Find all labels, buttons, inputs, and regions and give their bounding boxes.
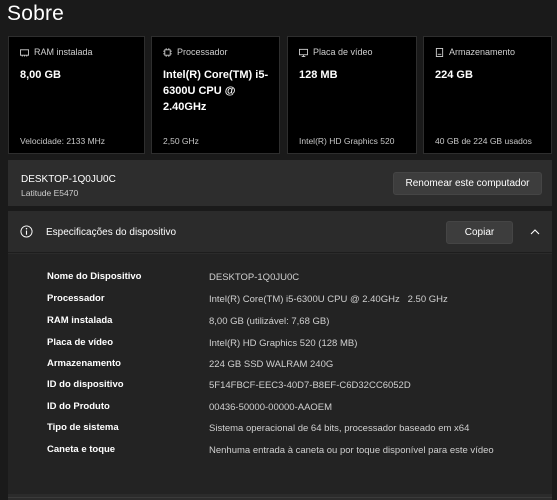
storage-card-value: 224 GB xyxy=(435,69,473,81)
device-model: Latitude E5470 xyxy=(21,188,79,198)
processor-card-label: Processador xyxy=(177,47,228,57)
spec-label: ID do dispositivo xyxy=(47,379,124,390)
spec-value: DESKTOP-1Q0JU0C xyxy=(209,272,300,283)
summary-cards: RAM instalada 8,00 GB Velocidade: 2133 M… xyxy=(8,36,552,154)
storage-card: Armazenamento 224 GB 40 GB de 224 GB usa… xyxy=(423,36,552,154)
copy-button[interactable]: Copiar xyxy=(446,221,513,244)
gpu-card: Placa de vídeo 128 MB Intel(R) HD Graphi… xyxy=(287,36,417,154)
ram-icon xyxy=(20,48,29,57)
spec-label: ID do Produto xyxy=(47,401,110,412)
device-specifications-list: Nome do Dispositivo DESKTOP-1Q0JU0C Proc… xyxy=(8,254,552,494)
page-title: Sobre xyxy=(7,2,65,25)
spec-value: Sistema operacional de 64 bits, processa… xyxy=(209,423,470,434)
ram-card: RAM instalada 8,00 GB Velocidade: 2133 M… xyxy=(8,36,145,154)
gpu-card-value: 128 MB xyxy=(299,69,338,81)
device-specifications-title: Especificações do dispositivo xyxy=(46,227,177,238)
spec-label: RAM instalada xyxy=(47,315,113,326)
spec-label: Armazenamento xyxy=(47,358,121,369)
gpu-icon xyxy=(299,48,308,57)
spec-value: 8,00 GB (utilizável: 7,68 GB) xyxy=(209,316,330,327)
spec-value: Nenhuma entrada à caneta ou por toque di… xyxy=(209,445,494,456)
chevron-up-icon[interactable] xyxy=(529,226,541,238)
processor-card: Processador Intel(R) Core(TM) i5-6300U C… xyxy=(151,36,280,154)
spec-value: Intel(R) Core(TM) i5-6300U CPU @ 2.40GHz… xyxy=(209,294,448,305)
ram-card-footer: Velocidade: 2133 MHz xyxy=(20,136,106,146)
spec-label: Nome do Dispositivo xyxy=(47,271,142,282)
storage-icon xyxy=(435,47,444,57)
storage-card-footer: 40 GB de 224 GB usados xyxy=(435,136,532,146)
spec-label: Caneta e toque xyxy=(47,444,116,455)
spec-label: Tipo de sistema xyxy=(47,422,119,433)
spec-label: Placa de vídeo xyxy=(47,337,114,348)
rename-computer-button[interactable]: Renomear este computador xyxy=(393,172,542,195)
panel-divider xyxy=(8,497,552,498)
storage-card-label: Armazenamento xyxy=(449,47,516,57)
spec-value: 00436-50000-00000-AAOEM xyxy=(209,402,333,413)
device-name: DESKTOP-1Q0JU0C xyxy=(21,174,116,185)
processor-icon xyxy=(163,47,172,57)
ram-card-value: 8,00 GB xyxy=(20,69,61,81)
spec-value: Intel(R) HD Graphics 520 (128 MB) xyxy=(209,338,358,349)
ram-card-label: RAM instalada xyxy=(34,47,93,57)
spec-label: Processador xyxy=(47,293,105,304)
processor-card-footer: 2,50 GHz xyxy=(163,136,199,146)
info-icon xyxy=(20,225,33,238)
gpu-card-label: Placa de vídeo xyxy=(313,47,373,57)
gpu-card-footer: Intel(R) HD Graphics 520 xyxy=(299,136,395,146)
spec-value: 224 GB SSD WALRAM 240G xyxy=(209,359,334,370)
device-specifications-panel: Especificações do dispositivo Copiar Nom… xyxy=(8,211,552,500)
device-name-bar: DESKTOP-1Q0JU0C Latitude E5470 Renomear … xyxy=(8,160,552,206)
device-specifications-header[interactable]: Especificações do dispositivo Copiar xyxy=(8,211,552,253)
spec-value: 5F14FBCF-EEC3-40D7-B8EF-C6D32CC6052D xyxy=(209,380,411,391)
processor-card-value: Intel(R) Core(TM) i5-6300U CPU @ 2.40GHz xyxy=(163,69,269,113)
